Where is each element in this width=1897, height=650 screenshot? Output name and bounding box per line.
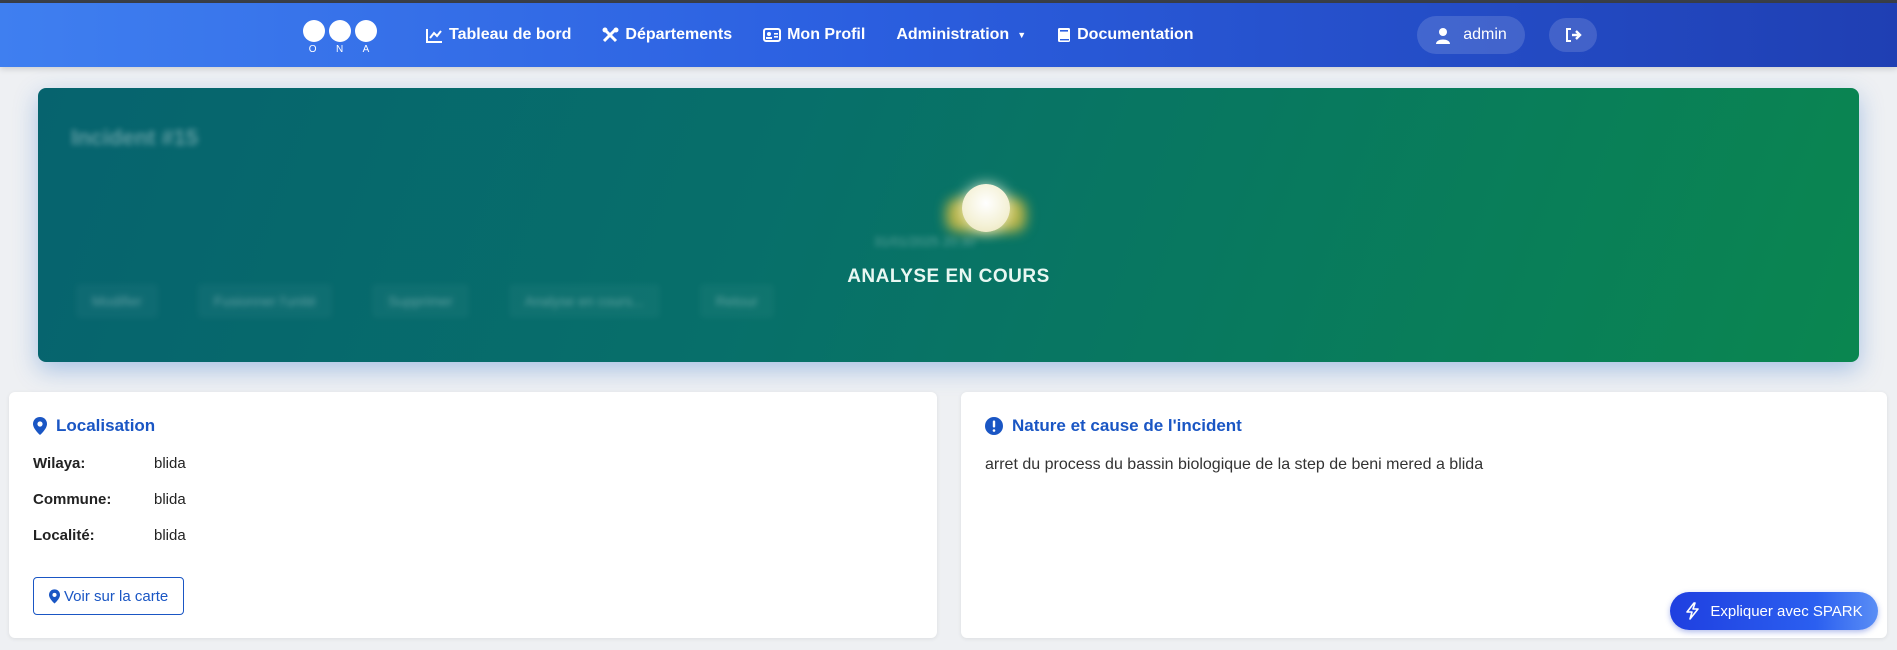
logo-letters: O N A	[300, 44, 380, 55]
analysis-in-progress-button[interactable]: Analyse en cours...	[509, 284, 660, 318]
logo-dot	[303, 20, 325, 42]
merge-unit-button[interactable]: Fusionner l'unité	[198, 284, 332, 318]
nature-title: Nature et cause de l'incident	[985, 416, 1242, 436]
caret-down-icon: ▼	[1017, 30, 1027, 40]
logo-dot	[329, 20, 351, 42]
bolt-icon	[1686, 602, 1700, 620]
id-card-icon	[763, 28, 782, 42]
field-value: blida	[154, 491, 186, 508]
field-label: Wilaya:	[33, 455, 86, 472]
nav-item-label: Administration	[896, 26, 1010, 43]
tools-icon	[602, 27, 619, 43]
back-button[interactable]: Retour	[700, 284, 774, 318]
book-icon	[1058, 28, 1071, 42]
nav-item-administration[interactable]: Administration ▼	[896, 26, 1026, 44]
edit-button[interactable]: Modifier	[76, 284, 158, 318]
nature-title-text: Nature et cause de l'incident	[1012, 416, 1242, 435]
nav-item-mon-profil[interactable]: Mon Profil	[763, 26, 865, 44]
nav-item-label: Documentation	[1077, 26, 1194, 43]
sign-out-icon	[1565, 28, 1582, 42]
logout-button[interactable]	[1549, 18, 1597, 52]
navbar: O N A Tableau de bord Départements Mon P…	[0, 3, 1897, 67]
field-label: Commune:	[33, 491, 112, 508]
nav-menu: Tableau de bord Départements Mon Profil …	[426, 3, 1225, 67]
field-label: Localité:	[33, 527, 95, 544]
user-icon	[1436, 27, 1451, 44]
localisation-card: Localisation Wilaya: blida Commune: blid…	[9, 392, 937, 638]
explain-with-spark-button[interactable]: Expliquer avec SPARK	[1670, 592, 1878, 630]
nav-item-label: Départements	[625, 26, 733, 43]
nav-item-tableau-de-bord[interactable]: Tableau de bord	[426, 26, 571, 44]
nav-item-documentation[interactable]: Documentation	[1057, 26, 1194, 44]
incident-header: Incident #15 31/01/2025 20:30 Modifier F…	[38, 88, 1859, 362]
nav-item-departements[interactable]: Départements	[602, 26, 732, 44]
logo-letter: O	[308, 44, 319, 55]
field-value: blida	[154, 455, 186, 472]
nature-description: arret du process du bassin biologique de…	[985, 456, 1484, 473]
field-wilaya: Wilaya: blida	[33, 455, 186, 472]
logo-letter: N	[335, 44, 346, 55]
chart-line-icon	[426, 28, 442, 43]
field-localite: Localité: blida	[33, 527, 186, 544]
localisation-title-text: Localisation	[56, 416, 156, 435]
incident-actions: Modifier Fusionner l'unité Supprimer Ana…	[76, 284, 814, 318]
incident-title: Incident #15	[71, 125, 199, 150]
field-commune: Commune: blida	[33, 491, 186, 508]
field-value: blida	[154, 527, 186, 544]
loading-spinner	[910, 168, 1062, 248]
view-on-map-button[interactable]: Voir sur la carte	[33, 577, 185, 615]
map-marker-icon	[49, 588, 60, 604]
spinner-orb-icon	[962, 184, 1010, 232]
nav-item-label: Tableau de bord	[449, 26, 572, 43]
user-name: admin	[1463, 26, 1507, 43]
ona-logo[interactable]: O N A	[300, 18, 380, 58]
localisation-title: Localisation	[33, 416, 155, 436]
nav-item-label: Mon Profil	[787, 26, 866, 43]
user-menu[interactable]: admin	[1417, 16, 1525, 54]
explain-with-spark-label: Expliquer avec SPARK	[1710, 602, 1863, 620]
map-marker-icon	[33, 417, 47, 435]
exclamation-circle-icon	[985, 417, 1003, 435]
view-on-map-label: Voir sur la carte	[64, 587, 169, 605]
logo-dot	[355, 20, 377, 42]
logo-letter: A	[362, 44, 372, 55]
delete-button[interactable]: Supprimer	[372, 284, 469, 318]
analysis-status: ANALYSE EN COURS	[847, 266, 1050, 287]
